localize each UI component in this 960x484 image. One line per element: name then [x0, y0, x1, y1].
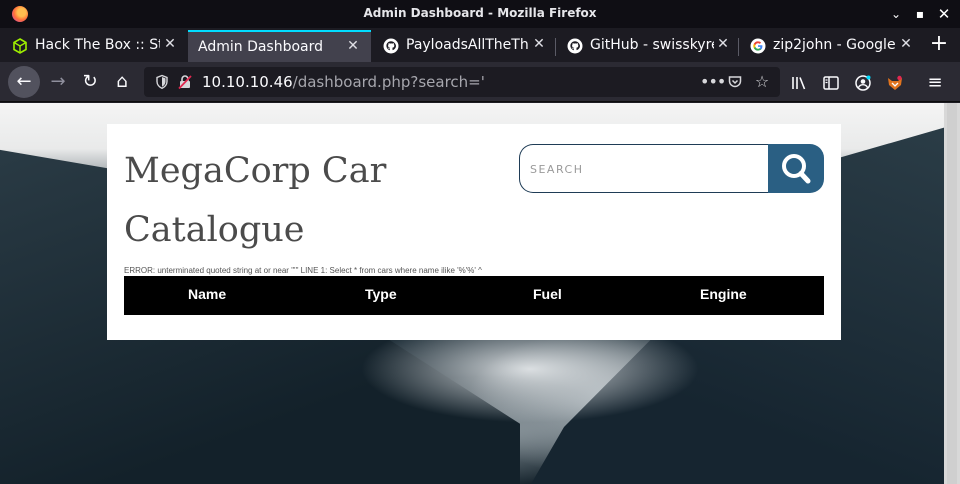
scrollbar-thumb[interactable] — [947, 103, 957, 484]
tab-label: Admin Dashboard — [198, 39, 324, 55]
title-bar: Admin Dashboard - Mozilla Firefox ⌄ ▪ ✕ — [0, 0, 960, 28]
search-input[interactable] — [530, 159, 760, 179]
tab-zip2john-google[interactable]: zip2john - Google ✕ — [738, 30, 922, 62]
maximize-icon[interactable]: ▪ — [910, 4, 930, 24]
tab-label: zip2john - Google — [773, 37, 896, 53]
tab-github-swisskyrepo[interactable]: GitHub - swisskyre ✕ — [555, 30, 738, 62]
close-window-icon[interactable]: ✕ — [934, 4, 954, 24]
close-tab-icon[interactable]: ✕ — [162, 36, 178, 52]
address-bar[interactable]: 10.10.10.46/dashboard.php?search=' ••• ☆ — [144, 67, 780, 97]
tab-admin-dashboard[interactable]: Admin Dashboard ✕ — [188, 30, 371, 62]
page-actions-menu-icon[interactable]: ••• — [700, 74, 726, 90]
tab-hack-the-box[interactable]: Hack The Box :: Sta ✕ — [0, 30, 188, 62]
site-title-line-2: Catalogue — [124, 210, 305, 250]
new-tab-button[interactable]: + — [928, 32, 950, 56]
google-icon — [750, 38, 766, 54]
column-header-engine[interactable]: Engine — [700, 286, 747, 302]
site-title-line-1: MegaCorp Car — [124, 151, 387, 191]
column-header-name[interactable]: Name — [188, 286, 226, 302]
tab-payloads-all-the-things[interactable]: PayloadsAllTheThi ✕ — [371, 30, 555, 62]
url-path: /dashboard.php?search=' — [292, 73, 485, 91]
hamburger-menu-icon[interactable]: ≡ — [926, 74, 944, 92]
tab-label: PayloadsAllTheThi — [406, 37, 530, 53]
github-icon — [567, 38, 583, 54]
library-icon[interactable] — [790, 74, 808, 92]
back-button[interactable]: ← — [8, 66, 40, 98]
sql-error-message: ERROR: unterminated quoted string at or … — [124, 266, 482, 275]
catalogue-card: MegaCorp Car Catalogue ERROR: unterminat… — [107, 124, 841, 340]
cars-table-header: Name Type Fuel Engine — [124, 276, 824, 315]
window-title: Admin Dashboard - Mozilla Firefox — [363, 6, 597, 20]
forward-button[interactable]: → — [42, 66, 74, 98]
close-tab-icon[interactable]: ✕ — [898, 36, 914, 52]
minimize-icon[interactable]: ⌄ — [886, 4, 906, 24]
url-host: 10.10.10.46 — [202, 73, 293, 91]
search-icon — [782, 154, 811, 184]
sidebar-icon[interactable] — [822, 74, 840, 92]
github-icon — [383, 38, 399, 54]
foxyproxy-extension-icon[interactable] — [886, 74, 904, 92]
tab-strip: Hack The Box :: Sta ✕ Admin Dashboard ✕ … — [0, 28, 960, 62]
close-tab-icon[interactable]: ✕ — [531, 36, 547, 52]
search-button[interactable] — [768, 144, 824, 193]
tab-label: GitHub - swisskyre — [590, 37, 714, 53]
site-title: MegaCorp Car Catalogue — [124, 142, 454, 260]
close-tab-icon[interactable]: ✕ — [345, 38, 361, 54]
close-tab-icon[interactable]: ✕ — [715, 36, 731, 52]
htb-cube-icon — [13, 38, 27, 54]
tracking-shield-icon[interactable] — [154, 74, 170, 90]
insecure-lock-icon[interactable] — [177, 74, 193, 90]
url-text[interactable]: 10.10.10.46/dashboard.php?search=' — [202, 73, 485, 91]
vertical-scrollbar[interactable] — [944, 103, 960, 484]
column-header-type[interactable]: Type — [365, 286, 397, 302]
background-snow — [360, 333, 700, 423]
search-box — [519, 144, 769, 193]
pocket-icon[interactable] — [727, 74, 743, 90]
home-button[interactable]: ⌂ — [106, 66, 138, 98]
reload-button[interactable]: ↻ — [74, 66, 106, 98]
account-icon[interactable] — [854, 74, 872, 92]
column-header-fuel[interactable]: Fuel — [533, 286, 562, 302]
navigation-toolbar: ← → ↻ ⌂ 10.10.10.46/dashboard.php?search… — [0, 62, 960, 102]
tab-label: Hack The Box :: Sta — [35, 37, 160, 53]
bookmark-star-icon[interactable]: ☆ — [754, 74, 770, 90]
page-viewport: MegaCorp Car Catalogue ERROR: unterminat… — [0, 103, 944, 484]
